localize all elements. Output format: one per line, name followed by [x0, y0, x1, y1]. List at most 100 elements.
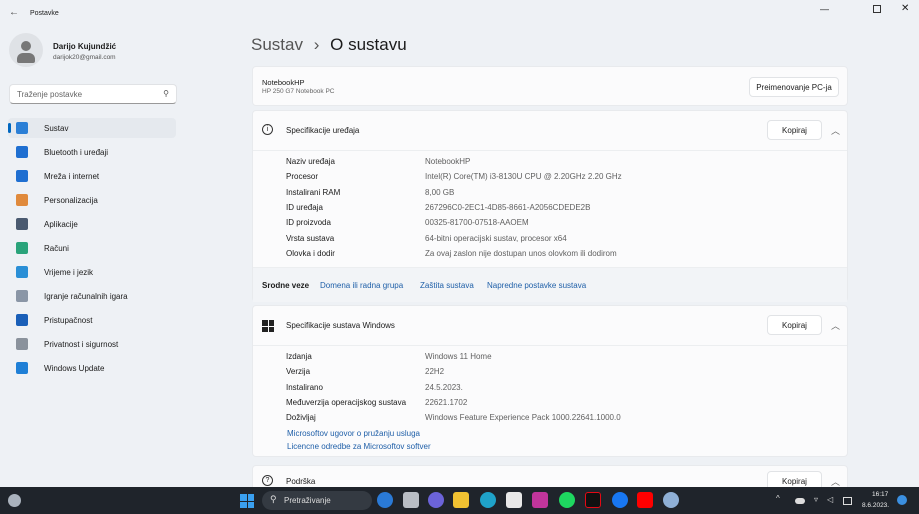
start-button[interactable] — [240, 494, 254, 508]
chevron-up-icon[interactable]: ︿ — [831, 124, 840, 137]
sidebar-item-label: Privatnost i sigurnost — [44, 339, 119, 349]
netflix-icon[interactable] — [585, 492, 601, 508]
sidebar-item-igranje[interactable]: Igranje računalnih igara — [8, 286, 176, 306]
help-icon: ? — [262, 475, 273, 486]
teams-chat-icon[interactable] — [428, 492, 444, 508]
windows-specs-header[interactable]: Specifikacije sustava Windows Kopiraj ︿ — [253, 306, 847, 346]
sidebar-item-icon — [16, 122, 28, 134]
close-button[interactable]: ✕ — [901, 3, 909, 14]
breadcrumb-parent[interactable]: Sustav — [251, 35, 303, 54]
settings-app-icon[interactable] — [663, 492, 679, 508]
spec-value: Intel(R) Core(TM) i3-8130U CPU @ 2.20GHz… — [425, 172, 622, 182]
sidebar-item-icon — [16, 362, 28, 374]
windows-specs-title: Specifikacije sustava Windows — [286, 321, 395, 330]
device-specs-title: Specifikacije uređaja — [286, 126, 360, 135]
spec-value: Windows Feature Experience Pack 1000.226… — [425, 413, 621, 423]
clock-time[interactable]: 16:17 — [872, 491, 888, 498]
tray-overflow-icon[interactable]: ^ — [776, 494, 780, 503]
sidebar-item-windows[interactable]: Windows Update — [8, 358, 176, 378]
maximize-button[interactable] — [873, 5, 881, 13]
edge-icon[interactable] — [480, 492, 496, 508]
spec-label: ID proizvoda — [286, 218, 331, 228]
pc-name: NotebookHP — [262, 78, 305, 87]
sidebar-item-label: Windows Update — [44, 363, 105, 373]
sidebar-item-label: Aplikacije — [44, 219, 78, 229]
sidebar-item-label: Sustav — [44, 123, 69, 133]
clock-date[interactable]: 8.6.2023. — [862, 502, 889, 509]
spec-value: 22621.1702 — [425, 397, 468, 407]
sidebar-item-label: Personalizacija — [44, 195, 98, 205]
notification-icon[interactable] — [897, 495, 907, 505]
support-title: Podrška — [286, 477, 316, 486]
info-icon: i — [262, 124, 273, 135]
sidebar-item-privatnost[interactable]: Privatnost i sigurnost — [8, 334, 176, 354]
related-links: Srodne veze Domena ili radna grupa Zašti… — [253, 267, 847, 302]
spec-label: Međuverzija operacijskog sustava — [286, 397, 407, 407]
sidebar-item-label: Pristupačnost — [44, 315, 93, 325]
sidebar-item-pristupačnost[interactable]: Pristupačnost — [8, 310, 176, 330]
spec-label: Naziv uređaja — [286, 157, 335, 166]
bing-icon[interactable] — [377, 492, 393, 508]
spec-value: Za ovaj zaslon nije dostupan unos olovko… — [425, 248, 617, 258]
spec-value: 8,00 GB — [425, 187, 455, 197]
device-specs-card: i Specifikacije uređaja Kopiraj ︿ Naziv … — [252, 110, 848, 302]
windows-specs-card: Specifikacije sustava Windows Kopiraj ︿ … — [252, 305, 848, 457]
sidebar-item-icon — [16, 218, 28, 230]
youtube-icon[interactable] — [637, 492, 653, 508]
windows-logo-icon — [262, 320, 274, 332]
spec-value: 24.5.2023. — [425, 382, 463, 392]
link-services-agreement[interactable]: Microsoftov ugovor o pružanju usluga — [287, 429, 420, 438]
link-domain[interactable]: Domena ili radna grupa — [320, 281, 403, 290]
back-button[interactable]: ← — [9, 7, 19, 18]
copy-windows-specs-button[interactable]: Kopiraj — [767, 315, 822, 335]
sidebar-item-personalizacija[interactable]: Personalizacija — [8, 190, 176, 210]
sidebar-item-vrijeme[interactable]: Vrijeme i jezik — [8, 262, 176, 282]
taskbar-search-label: Pretraživanje — [284, 496, 331, 505]
wifi-icon[interactable]: ▿ — [814, 495, 818, 504]
spec-label: Vrsta sustava — [286, 233, 335, 243]
onedrive-icon[interactable] — [795, 498, 805, 504]
chevron-up-icon[interactable]: ︿ — [831, 319, 840, 332]
store-icon[interactable] — [506, 492, 522, 508]
file-explorer-icon[interactable] — [453, 492, 469, 508]
taskbar-search[interactable]: ⚲ Pretraživanje — [262, 491, 372, 510]
spec-label: Instalirani RAM — [286, 187, 341, 197]
spec-label: Procesor — [286, 172, 319, 182]
sidebar-item-icon — [16, 170, 28, 182]
link-system-protection[interactable]: Zaštita sustava — [420, 281, 474, 290]
task-view-icon[interactable] — [403, 492, 419, 508]
spotify-icon[interactable] — [559, 492, 575, 508]
minimize-button[interactable]: — — [820, 4, 829, 14]
search-placeholder: Traženje postavke — [17, 90, 83, 99]
spec-value: Windows 11 Home — [425, 352, 492, 361]
weather-icon[interactable] — [8, 494, 21, 507]
search-input[interactable]: Traženje postavke ⚲ — [9, 84, 177, 104]
instagram-icon[interactable] — [532, 492, 548, 508]
device-specs-header[interactable]: i Specifikacije uređaja Kopiraj ︿ — [253, 111, 847, 151]
sidebar-item-aplikacije[interactable]: Aplikacije — [8, 214, 176, 234]
window-title: Postavke — [30, 10, 59, 17]
breadcrumb: Sustav › O sustavu — [251, 35, 407, 55]
volume-icon[interactable]: ◁ — [827, 495, 833, 504]
rename-pc-button[interactable]: Preimenovanje PC-ja — [749, 77, 839, 97]
sidebar-item-sustav[interactable]: Sustav — [8, 118, 176, 138]
sidebar-item-icon — [16, 242, 28, 254]
copy-device-specs-button[interactable]: Kopiraj — [767, 120, 822, 140]
spec-label: Olovka i dodir — [286, 248, 335, 258]
facebook-icon[interactable] — [612, 492, 628, 508]
avatar[interactable] — [9, 33, 43, 67]
sidebar-item-bluetooth[interactable]: Bluetooth i uređaji — [8, 142, 176, 162]
spec-label: Doživljaj — [286, 413, 316, 423]
link-license-terms[interactable]: Licencne odredbe za Microsoftov softver — [287, 442, 431, 451]
sidebar-item-mreža[interactable]: Mreža i internet — [8, 166, 176, 186]
spec-value: 267296C0-2EC1-4D85-8661-A2056CDEDE2B — [425, 202, 591, 212]
sidebar-item-računi[interactable]: Računi — [8, 238, 176, 258]
related-label: Srodne veze — [262, 281, 310, 290]
spec-value: 00325-81700-07518-AAOEM — [425, 218, 529, 228]
sidebar-item-icon — [16, 314, 28, 326]
battery-icon[interactable] — [843, 497, 852, 505]
link-advanced-settings[interactable]: Napredne postavke sustava — [487, 281, 586, 290]
user-email: darijok20@gmail.com — [53, 54, 116, 61]
sidebar-item-icon — [16, 266, 28, 278]
spec-label: Verzija — [286, 367, 311, 377]
